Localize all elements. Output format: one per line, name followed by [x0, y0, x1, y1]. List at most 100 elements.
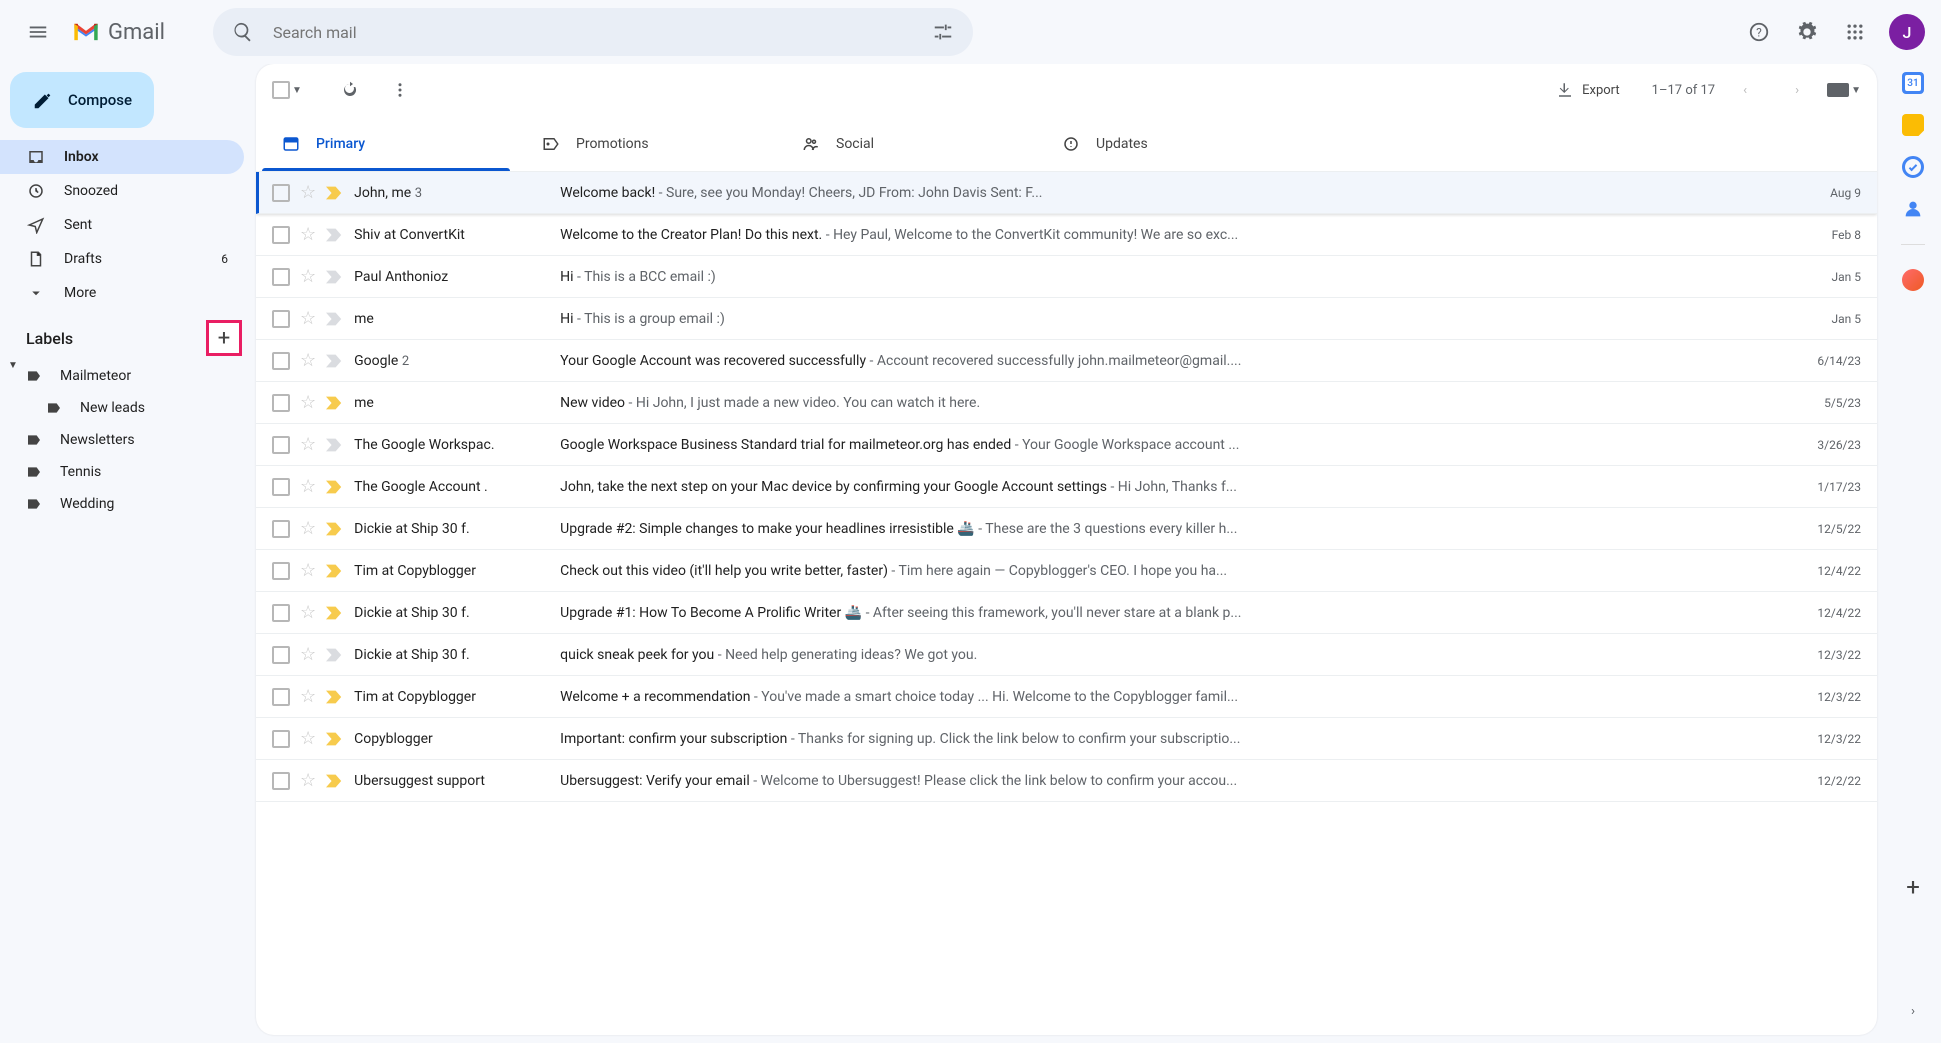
row-checkbox[interactable]: [272, 478, 290, 496]
importance-marker[interactable]: [326, 396, 344, 410]
row-checkbox[interactable]: [272, 688, 290, 706]
nav-item-more[interactable]: More: [0, 276, 244, 310]
star-icon[interactable]: ☆: [300, 728, 316, 749]
email-row[interactable]: ☆Shiv at ConvertKitWelcome to the Creato…: [256, 214, 1877, 256]
nav-item-snoozed[interactable]: Snoozed: [0, 174, 244, 208]
email-row[interactable]: ☆The Google Workspac.Google Workspace Bu…: [256, 424, 1877, 466]
logo[interactable]: Gmail: [68, 20, 195, 45]
importance-marker[interactable]: [326, 480, 344, 494]
star-icon[interactable]: ☆: [300, 476, 316, 497]
email-row[interactable]: ☆Dickie at Ship 30 f.quick sneak peek fo…: [256, 634, 1877, 676]
row-checkbox[interactable]: [272, 562, 290, 580]
star-icon[interactable]: ☆: [300, 350, 316, 371]
compose-button[interactable]: Compose: [10, 72, 154, 128]
row-checkbox[interactable]: [272, 226, 290, 244]
tab-social[interactable]: Social: [776, 116, 1036, 171]
search-options-button[interactable]: [921, 10, 965, 54]
star-icon[interactable]: ☆: [300, 770, 316, 791]
row-checkbox[interactable]: [272, 394, 290, 412]
importance-marker[interactable]: [326, 606, 344, 620]
next-page-button[interactable]: ›: [1775, 68, 1819, 112]
search-bar[interactable]: [213, 8, 973, 56]
importance-marker[interactable]: [326, 186, 344, 200]
calendar-app-icon[interactable]: 31: [1902, 72, 1924, 94]
star-icon[interactable]: ☆: [300, 644, 316, 665]
help-button[interactable]: ?: [1737, 10, 1781, 54]
email-row[interactable]: ☆Tim at CopybloggerWelcome + a recommend…: [256, 676, 1877, 718]
settings-button[interactable]: [1785, 10, 1829, 54]
importance-marker[interactable]: [326, 774, 344, 788]
select-all[interactable]: ▼: [272, 81, 302, 99]
row-checkbox[interactable]: [272, 268, 290, 286]
importance-marker[interactable]: [326, 270, 344, 284]
email-row[interactable]: ☆meHi - This is a group email :)Jan 5: [256, 298, 1877, 340]
email-row[interactable]: ☆Dickie at Ship 30 f.Upgrade #2: Simple …: [256, 508, 1877, 550]
nav-item-sent[interactable]: Sent: [0, 208, 244, 242]
label-item[interactable]: Newsletters: [0, 424, 256, 456]
star-icon[interactable]: ☆: [300, 560, 316, 581]
nav-item-inbox[interactable]: Inbox: [0, 140, 244, 174]
collapse-panel-button[interactable]: ›: [1891, 989, 1935, 1033]
export-button[interactable]: Export: [1556, 81, 1620, 99]
row-checkbox[interactable]: [272, 310, 290, 328]
tasks-app-icon[interactable]: [1902, 156, 1924, 178]
row-checkbox[interactable]: [272, 520, 290, 538]
star-icon[interactable]: ☆: [300, 686, 316, 707]
contacts-app-icon[interactable]: [1902, 198, 1924, 220]
label-item[interactable]: Tennis: [0, 456, 256, 488]
star-icon[interactable]: ☆: [300, 392, 316, 413]
importance-marker[interactable]: [326, 228, 344, 242]
importance-marker[interactable]: [326, 438, 344, 452]
row-checkbox[interactable]: [272, 772, 290, 790]
refresh-button[interactable]: [328, 68, 372, 112]
nav-item-drafts[interactable]: Drafts6: [0, 242, 244, 276]
main-menu-button[interactable]: [16, 10, 60, 54]
row-checkbox[interactable]: [272, 604, 290, 622]
star-icon[interactable]: ☆: [300, 182, 316, 203]
row-checkbox[interactable]: [272, 646, 290, 664]
account-avatar[interactable]: J: [1889, 14, 1925, 50]
email-row[interactable]: ☆Google 2Your Google Account was recover…: [256, 340, 1877, 382]
expand-icon[interactable]: ▼: [8, 360, 18, 371]
email-row[interactable]: ☆Dickie at Ship 30 f.Upgrade #1: How To …: [256, 592, 1877, 634]
star-icon[interactable]: ☆: [300, 266, 316, 287]
row-checkbox[interactable]: [272, 352, 290, 370]
add-label-button[interactable]: +: [206, 320, 242, 356]
row-checkbox[interactable]: [272, 730, 290, 748]
importance-marker[interactable]: [326, 564, 344, 578]
importance-marker[interactable]: [326, 354, 344, 368]
importance-marker[interactable]: [326, 648, 344, 662]
label-item[interactable]: Mailmeteor: [0, 360, 256, 392]
row-checkbox[interactable]: [272, 436, 290, 454]
label-item[interactable]: New leads: [0, 392, 256, 424]
label-item[interactable]: Wedding: [0, 488, 256, 520]
star-icon[interactable]: ☆: [300, 434, 316, 455]
addon-icon[interactable]: [1902, 269, 1924, 291]
importance-marker[interactable]: [326, 522, 344, 536]
email-row[interactable]: ☆The Google Account .John, take the next…: [256, 466, 1877, 508]
star-icon[interactable]: ☆: [300, 308, 316, 329]
tab-updates[interactable]: Updates: [1036, 116, 1296, 171]
importance-marker[interactable]: [326, 690, 344, 704]
select-all-checkbox[interactable]: [272, 81, 290, 99]
importance-marker[interactable]: [326, 312, 344, 326]
keep-app-icon[interactable]: [1902, 114, 1924, 136]
email-row[interactable]: ☆Tim at CopybloggerCheck out this video …: [256, 550, 1877, 592]
input-tools-button[interactable]: ▼: [1827, 83, 1861, 97]
star-icon[interactable]: ☆: [300, 518, 316, 539]
tab-primary[interactable]: Primary: [256, 116, 516, 171]
star-icon[interactable]: ☆: [300, 224, 316, 245]
search-button[interactable]: [221, 10, 265, 54]
more-button[interactable]: [378, 68, 422, 112]
row-checkbox[interactable]: [272, 184, 290, 202]
get-addons-button[interactable]: +: [1891, 865, 1935, 909]
email-row[interactable]: ☆Paul AnthoniozHi - This is a BCC email …: [256, 256, 1877, 298]
email-row[interactable]: ☆Ubersuggest supportUbersuggest: Verify …: [256, 760, 1877, 802]
email-row[interactable]: ☆John, me 3Welcome back! - Sure, see you…: [256, 172, 1877, 214]
email-row[interactable]: ☆CopybloggerImportant: confirm your subs…: [256, 718, 1877, 760]
apps-button[interactable]: [1833, 10, 1877, 54]
email-row[interactable]: ☆meNew video - Hi John, I just made a ne…: [256, 382, 1877, 424]
prev-page-button[interactable]: ‹: [1723, 68, 1767, 112]
search-input[interactable]: [265, 23, 921, 42]
importance-marker[interactable]: [326, 732, 344, 746]
